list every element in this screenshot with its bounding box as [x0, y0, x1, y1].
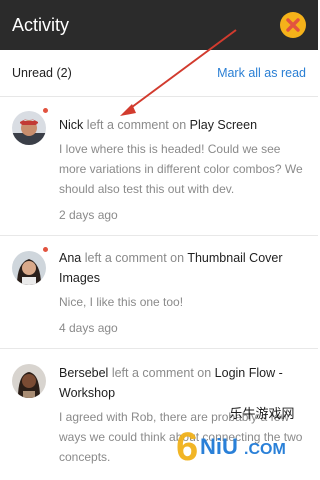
avatar[interactable] [12, 111, 46, 145]
watermark-logo-icon: 6 NiU .COM [176, 425, 286, 466]
activity-toolbar: Unread (2) Mark all as read [0, 50, 318, 97]
close-button[interactable] [280, 12, 306, 38]
commenter-name[interactable]: Bersebel [59, 366, 108, 380]
page-title: Activity [12, 14, 70, 35]
svg-text:6: 6 [176, 425, 198, 466]
timestamp: 4 days ago [59, 321, 118, 335]
action-text: left a comment on [86, 118, 187, 132]
timestamp: 2 days ago [59, 208, 118, 222]
action-text: left a comment on [111, 366, 212, 380]
comment-target-link[interactable]: Play Screen [190, 118, 257, 132]
unread-count-label: Unread (2) [12, 66, 72, 80]
avatar[interactable] [12, 251, 46, 285]
svg-text:NiU: NiU [200, 434, 238, 459]
commenter-name[interactable]: Nick [59, 118, 83, 132]
notification-headline: Bersebel left a comment on Login Flow - … [59, 363, 306, 403]
avatar[interactable] [12, 364, 46, 398]
watermark-chinese-text: 乐牛游戏网 [229, 406, 295, 421]
svg-text:.COM: .COM [244, 441, 286, 458]
app-header: Activity [0, 0, 318, 50]
notification-item[interactable]: Nick left a comment on Play Screen I lov… [0, 97, 318, 236]
commenter-name[interactable]: Ana [59, 251, 81, 265]
mark-all-read-link[interactable]: Mark all as read [217, 66, 306, 80]
watermark: 乐牛游戏网 6 NiU .COM [174, 403, 314, 466]
notification-headline: Nick left a comment on Play Screen [59, 115, 306, 135]
notification-headline: Ana left a comment on Thumbnail Cover Im… [59, 248, 306, 288]
comment-body: I love where this is headed! Could we se… [59, 142, 303, 196]
close-icon [286, 18, 300, 32]
unread-dot [42, 107, 49, 114]
unread-dot [42, 246, 49, 253]
comment-body: Nice, I like this one too! [59, 295, 184, 309]
action-text: left a comment on [84, 251, 185, 265]
notification-item[interactable]: Ana left a comment on Thumbnail Cover Im… [0, 236, 318, 349]
